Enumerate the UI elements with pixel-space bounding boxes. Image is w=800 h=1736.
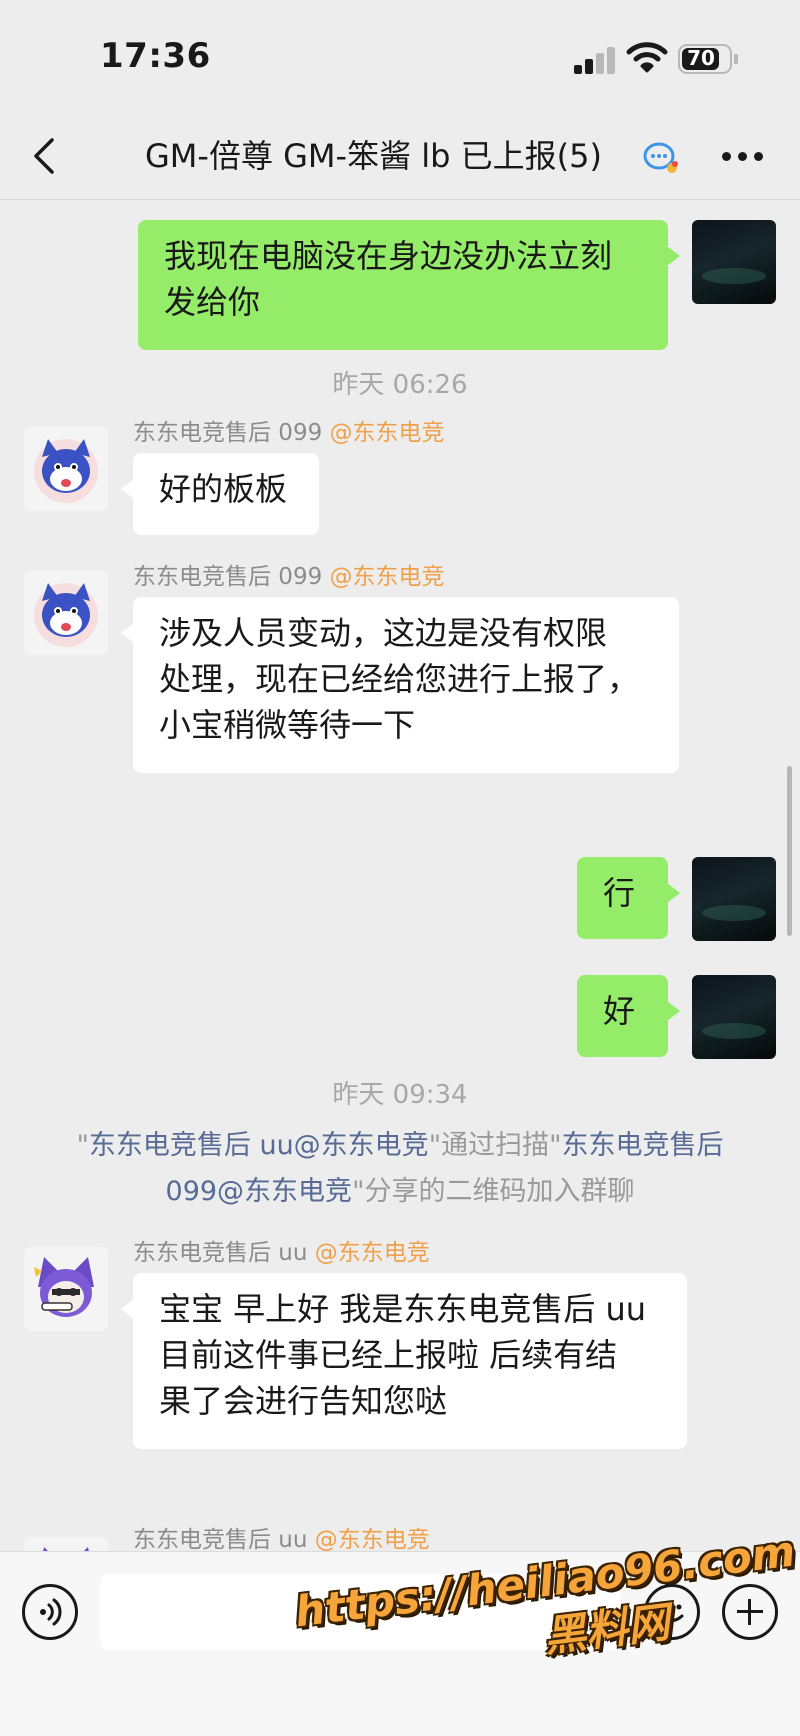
message-timestamp: 昨天 06:26 xyxy=(332,370,468,400)
cat-avatar-icon xyxy=(34,439,98,503)
chat-message-list[interactable]: 我现在电脑没在身边没办法立刻 发给你 昨天 06:26 东东电竞售后 099 @… xyxy=(0,201,800,1551)
emoji-icon xyxy=(660,1604,684,1622)
emoji-button[interactable] xyxy=(644,1584,700,1640)
message-bubble-other[interactable]: 宝宝 早上好 我是东东电竞售后 uu 目前这件事已经上报啦 后续有结 果了会进行… xyxy=(121,1273,687,1449)
self-avatar[interactable] xyxy=(692,975,776,1059)
sender-name: 东东电竞售后 099 @东东电竞 xyxy=(133,562,445,592)
member-link[interactable]: 099@东东电竞 xyxy=(166,1176,353,1207)
sender-name-text: 东东电竞售后 099 xyxy=(133,564,323,590)
cellular-signal-icon xyxy=(574,46,616,74)
chat-scrollbar[interactable] xyxy=(787,766,792,936)
sender-avatar-purple[interactable] xyxy=(24,1537,108,1551)
message-bubble-other[interactable]: 涉及人员变动，这边是没有权限 处理，现在已经给您进行上报了， 小宝稍微等待一下 xyxy=(121,597,679,773)
message-input-bar xyxy=(0,1551,800,1736)
sender-org-tag: @东东电竞 xyxy=(314,1527,430,1551)
character-avatar-icon xyxy=(43,1547,89,1551)
sender-name: 东东电竞售后 uu @东东电竞 xyxy=(133,1238,430,1268)
chat-title[interactable]: GM-倍尊 GM-笨酱 lb 已上报(5) xyxy=(145,134,602,178)
status-time: 17:36 xyxy=(100,36,211,76)
sender-name-text: 东东电竞售后 uu xyxy=(133,1527,308,1551)
back-chevron-icon[interactable] xyxy=(30,134,60,178)
system-join-notice: "东东电竞售后 uu@东东电竞"通过扫描"东东电竞售后 099@东东电竞"分享的二… xyxy=(76,1130,724,1207)
self-avatar[interactable] xyxy=(692,857,776,941)
more-dots-icon[interactable] xyxy=(722,148,764,166)
battery-level: 70 xyxy=(687,46,715,70)
message-timestamp: 昨天 09:34 xyxy=(332,1080,468,1110)
message-bubble-self[interactable]: 我现在电脑没在身边没办法立刻 发给你 xyxy=(138,220,680,350)
sender-name: 东东电竞售后 099 @东东电竞 xyxy=(133,418,445,448)
status-bar: 17:36 70 xyxy=(0,0,800,110)
sender-avatar-cat[interactable] xyxy=(24,571,108,655)
self-avatar[interactable] xyxy=(692,220,776,304)
voice-icon xyxy=(40,1598,62,1626)
sender-name-text: 东东电竞售后 uu xyxy=(133,1240,308,1266)
sender-org-tag: @东东电竞 xyxy=(329,420,445,446)
sender-name: 东东电竞售后 uu @东东电竞 xyxy=(133,1525,430,1551)
message-bubble-self[interactable]: 行 xyxy=(577,857,680,939)
chat-header: GM-倍尊 GM-笨酱 lb 已上报(5) xyxy=(0,110,800,200)
message-bubble-self[interactable]: 好 xyxy=(577,975,680,1057)
voice-button[interactable] xyxy=(22,1584,78,1640)
sender-avatar-cat[interactable] xyxy=(24,427,108,511)
sender-org-tag: @东东电竞 xyxy=(314,1240,430,1266)
member-link[interactable]: 东东电竞售后 uu@东东电竞 xyxy=(89,1130,429,1161)
wifi-icon xyxy=(626,42,668,73)
character-avatar-icon xyxy=(34,1257,94,1317)
wechat-work-icon xyxy=(643,142,678,173)
plus-icon[interactable] xyxy=(722,1584,778,1640)
sender-name-text: 东东电竞售后 099 xyxy=(133,420,323,446)
sender-org-tag: @东东电竞 xyxy=(329,564,445,590)
member-link[interactable]: 东东电竞售后 xyxy=(562,1130,724,1161)
sender-avatar-purple[interactable] xyxy=(24,1247,108,1331)
cat-avatar-icon xyxy=(34,583,98,647)
battery-icon: 70 xyxy=(678,44,732,74)
message-bubble-other[interactable]: 好的板板 xyxy=(121,453,319,535)
message-text-input[interactable] xyxy=(100,1574,620,1650)
